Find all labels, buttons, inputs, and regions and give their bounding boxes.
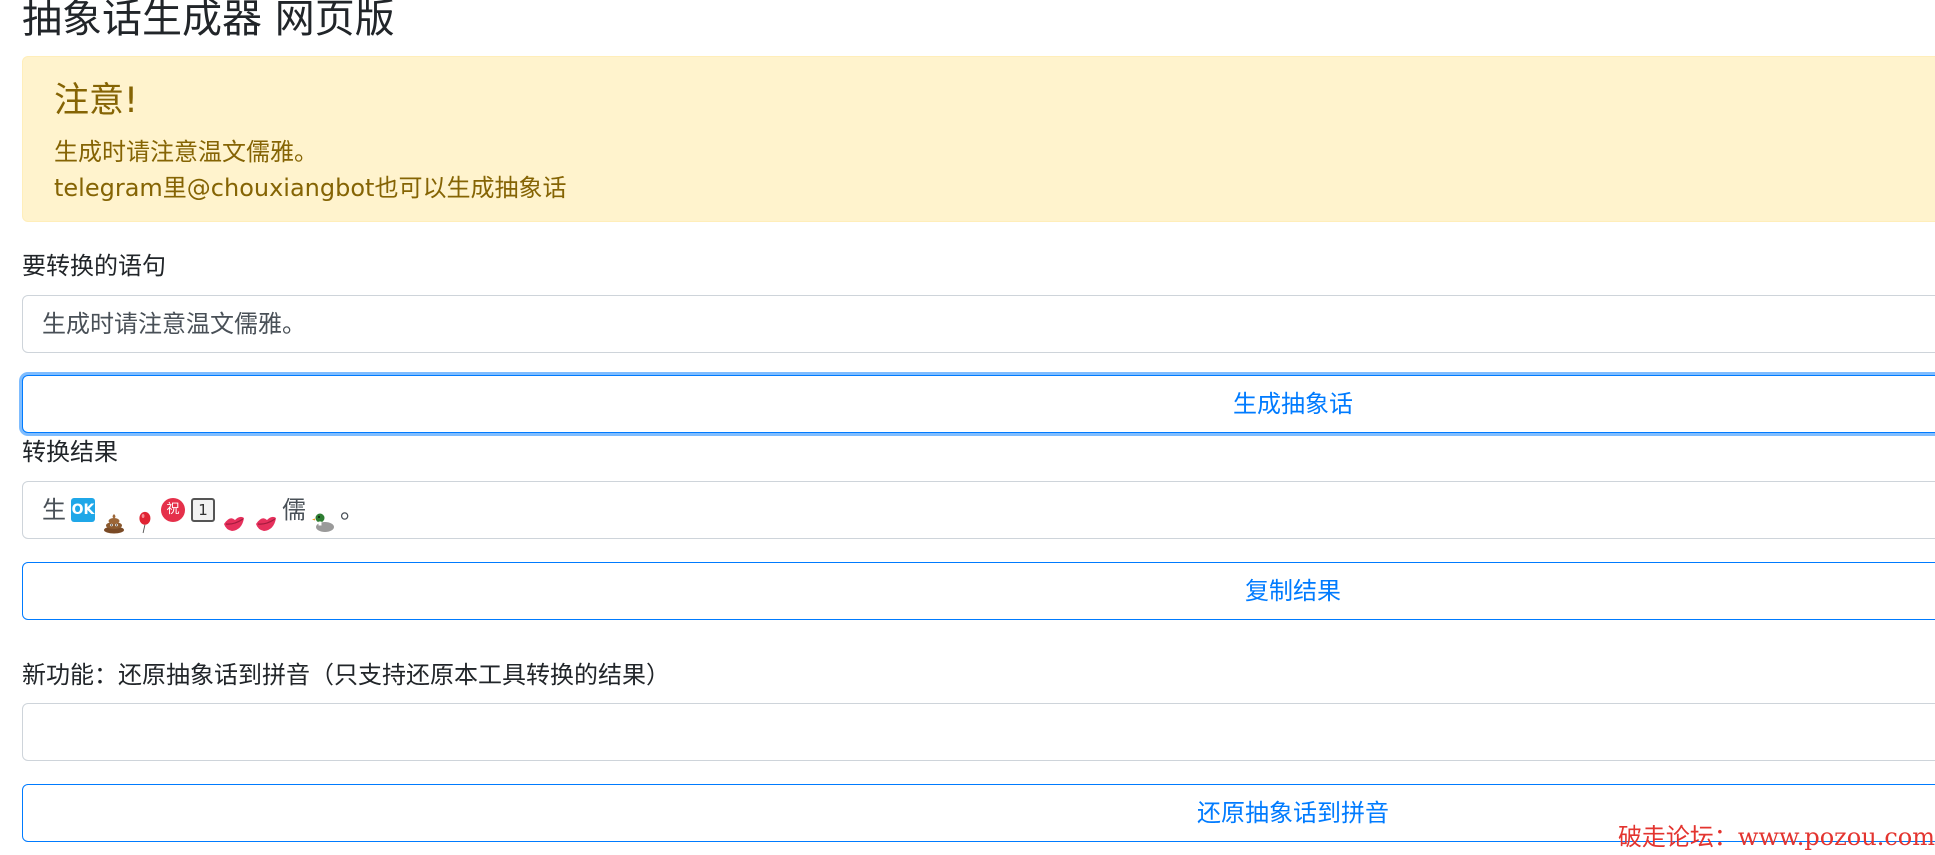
copy-result-button[interactable]: 复制结果 bbox=[22, 562, 1935, 620]
result-char: 儒 bbox=[282, 496, 306, 524]
page-title: 抽象话生成器 网页版 bbox=[22, 0, 395, 42]
source-sentence-input[interactable]: 生成时请注意温文儒雅。 bbox=[22, 295, 1935, 353]
warning-alert: 注意! 生成时请注意温文儒雅。 telegram里@chouxiangbot也可… bbox=[22, 56, 1935, 222]
keycap-one-icon: 1 bbox=[191, 498, 215, 522]
forum-watermark: 破走论坛：www.pozou.com bbox=[1617, 823, 1935, 851]
kiss-mark-icon bbox=[221, 498, 247, 531]
restore-label: 新功能：还原抽象话到拼音（只支持还原本工具转换的结果） bbox=[22, 661, 670, 689]
ok-button-icon: OK bbox=[71, 498, 95, 522]
zhu-congratulations-icon: 祝 bbox=[161, 498, 185, 522]
alert-line-1: 生成时请注意温文儒雅。 bbox=[54, 138, 318, 166]
result-label: 转换结果 bbox=[22, 438, 118, 466]
alert-line-2: telegram里@chouxiangbot也可以生成抽象话 bbox=[54, 174, 567, 202]
duck-icon bbox=[311, 498, 337, 532]
pile-of-poo-icon bbox=[101, 498, 127, 534]
restore-input[interactable] bbox=[22, 703, 1935, 761]
result-char: 。 bbox=[340, 496, 364, 524]
alert-heading: 注意! bbox=[54, 81, 139, 121]
result-emoji-row: 生 OK 祝 1 儒 。 bbox=[42, 482, 1935, 538]
kiss-mark-icon bbox=[253, 498, 279, 531]
input-label: 要转换的语句 bbox=[22, 252, 166, 280]
red-balloon-icon bbox=[133, 498, 155, 534]
generate-button[interactable]: 生成抽象话 bbox=[22, 375, 1935, 433]
result-char: 生 bbox=[42, 496, 66, 524]
result-output[interactable]: 生 OK 祝 1 儒 。 bbox=[22, 481, 1935, 539]
generate-button-label: 生成抽象话 bbox=[1233, 390, 1353, 418]
copy-result-button-label: 复制结果 bbox=[1245, 577, 1341, 605]
